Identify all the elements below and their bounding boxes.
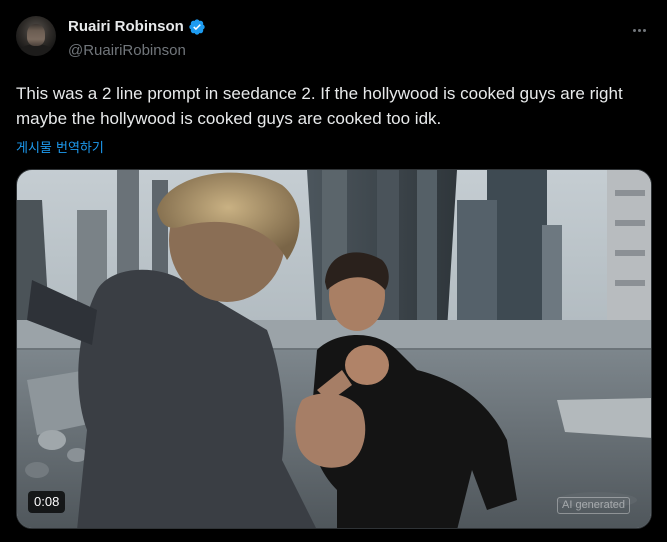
more-horizontal-icon [632, 28, 636, 32]
tweet-text: This was a 2 line prompt in seedance 2. … [16, 84, 623, 128]
author-display-name[interactable]: Ruairi Robinson [68, 17, 184, 37]
video-frame [17, 170, 651, 528]
ai-generated-watermark: AI generated [557, 497, 630, 514]
avatar[interactable] [16, 16, 56, 56]
video-duration-badge: 0:08 [28, 491, 66, 513]
more-horizontal-icon-dot [637, 28, 641, 32]
more-horizontal-icon-dot [642, 28, 646, 32]
author-name-row: Ruairi Robinson [68, 17, 206, 37]
video-player[interactable] [16, 169, 652, 529]
translate-post-link[interactable]: 게시물 번역하기 [16, 137, 104, 156]
more-options-button[interactable] [629, 20, 649, 40]
verified-badge-icon [189, 19, 205, 35]
author-handle[interactable]: @RuairiRobinson [68, 41, 186, 61]
tweet-card: Ruairi Robinson @RuairiRobinson This was… [0, 0, 667, 542]
avatar-face [27, 24, 45, 46]
